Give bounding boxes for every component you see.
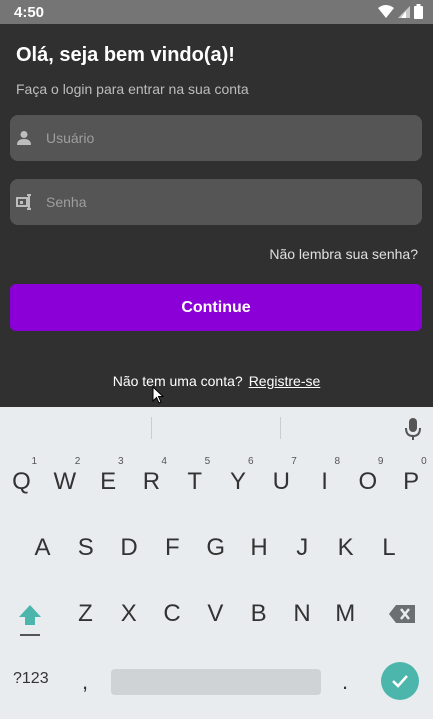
space-bar[interactable] [111,669,321,695]
suggestion-divider [151,417,152,439]
password-input[interactable] [40,179,406,225]
key-r[interactable]: R4 [130,455,173,509]
key-label: Y [229,468,246,495]
key-label: W [53,468,77,495]
key-a[interactable]: A [21,521,64,575]
password-field[interactable] [10,179,422,225]
check-icon [392,675,408,688]
enter-key[interactable] [381,662,419,700]
key-g[interactable]: G [194,521,237,575]
key-label: S [77,534,94,561]
key-o[interactable]: O9 [346,455,389,509]
forgot-password-link[interactable]: Não lembra sua senha? [269,246,418,262]
username-field[interactable] [10,115,422,161]
microphone-icon[interactable] [405,417,421,441]
shift-icon[interactable] [17,603,43,637]
username-input[interactable] [40,115,406,161]
person-icon [17,131,31,145]
key-label: H [250,534,268,561]
continue-button[interactable]: Continue [10,284,422,331]
key-label: J [296,534,309,561]
welcome-title: Olá, seja bem vindo(a)! [16,44,235,66]
soft-keyboard: Q1W2E3R4T5Y6U7I8O9P0 ASDFGHJKL ZXCVBNM ?… [0,407,433,719]
key-number-hint: 8 [334,456,341,467]
key-label: L [382,534,396,561]
key-c[interactable]: C [151,587,194,641]
key-number-hint: 1 [31,456,37,467]
key-label: C [163,600,181,627]
key-label: M [335,600,356,627]
key-label: V [207,600,224,627]
key-u[interactable]: U7 [260,455,303,509]
key-s[interactable]: S [64,521,107,575]
key-e[interactable]: E3 [87,455,130,509]
key-i[interactable]: I8 [303,455,346,509]
key-number-hint: 4 [161,456,167,467]
symbols-key[interactable]: ?123 [13,670,49,688]
key-label: Z [78,600,93,627]
key-t[interactable]: T5 [173,455,216,509]
key-number-hint: 9 [377,456,384,467]
key-label: U [272,468,290,495]
key-y[interactable]: Y6 [217,455,260,509]
key-label: D [120,534,138,561]
key-q[interactable]: Q1 [0,455,43,509]
key-label: E [100,468,117,495]
key-label: Q [12,468,31,495]
key-label: R [142,468,161,495]
signal-icon [398,5,410,18]
key-p[interactable]: P0 [390,455,433,509]
status-bar: 4:50 [0,0,433,24]
key-d[interactable]: D [108,521,151,575]
key-b[interactable]: B [237,587,280,641]
key-number-hint: 5 [204,456,211,467]
suggestion-strip [0,407,433,449]
key-number-hint: 3 [118,456,124,467]
key-label: K [337,534,354,561]
status-time: 4:50 [14,4,45,21]
key-label: P [403,468,420,495]
key-f[interactable]: F [151,521,194,575]
comma-key[interactable]: , [82,669,88,695]
register-link[interactable]: Registre-se [249,373,321,389]
key-l[interactable]: L [367,521,410,575]
key-label: A [34,534,51,561]
no-account-text: Não tem uma conta? [112,373,243,389]
register-row: Não tem uma conta? Registre-se [0,373,433,389]
key-label: I [321,468,328,495]
status-icons [378,4,423,19]
key-number-hint: 2 [74,456,81,467]
key-v[interactable]: V [194,587,237,641]
battery-icon [414,4,423,19]
key-j[interactable]: J [281,521,324,575]
key-k[interactable]: K [324,521,367,575]
key-x[interactable]: X [107,587,150,641]
login-subtitle: Faça o login para entrar na sua conta [16,81,249,97]
key-z[interactable]: Z [64,587,107,641]
key-label: T [187,468,203,495]
password-icon [16,194,31,210]
suggestion-divider [280,417,281,439]
key-h[interactable]: H [238,521,281,575]
key-label: N [293,600,311,627]
key-w[interactable]: W2 [43,455,86,509]
key-label: X [120,600,137,627]
login-screen: Olá, seja bem vindo(a)! Faça o login par… [0,24,433,407]
key-label: O [358,468,378,495]
key-number-hint: 6 [247,456,254,467]
key-number-hint: 7 [291,456,297,467]
key-number-hint: 0 [421,456,427,467]
key-label: F [165,534,180,561]
wifi-icon [378,4,394,18]
mouse-cursor-icon [152,386,164,404]
key-n[interactable]: N [281,587,324,641]
period-key[interactable]: . [342,669,348,695]
key-label: B [250,600,267,627]
key-m[interactable]: M [324,587,367,641]
backspace-icon[interactable] [389,605,415,623]
key-label: G [206,534,226,561]
